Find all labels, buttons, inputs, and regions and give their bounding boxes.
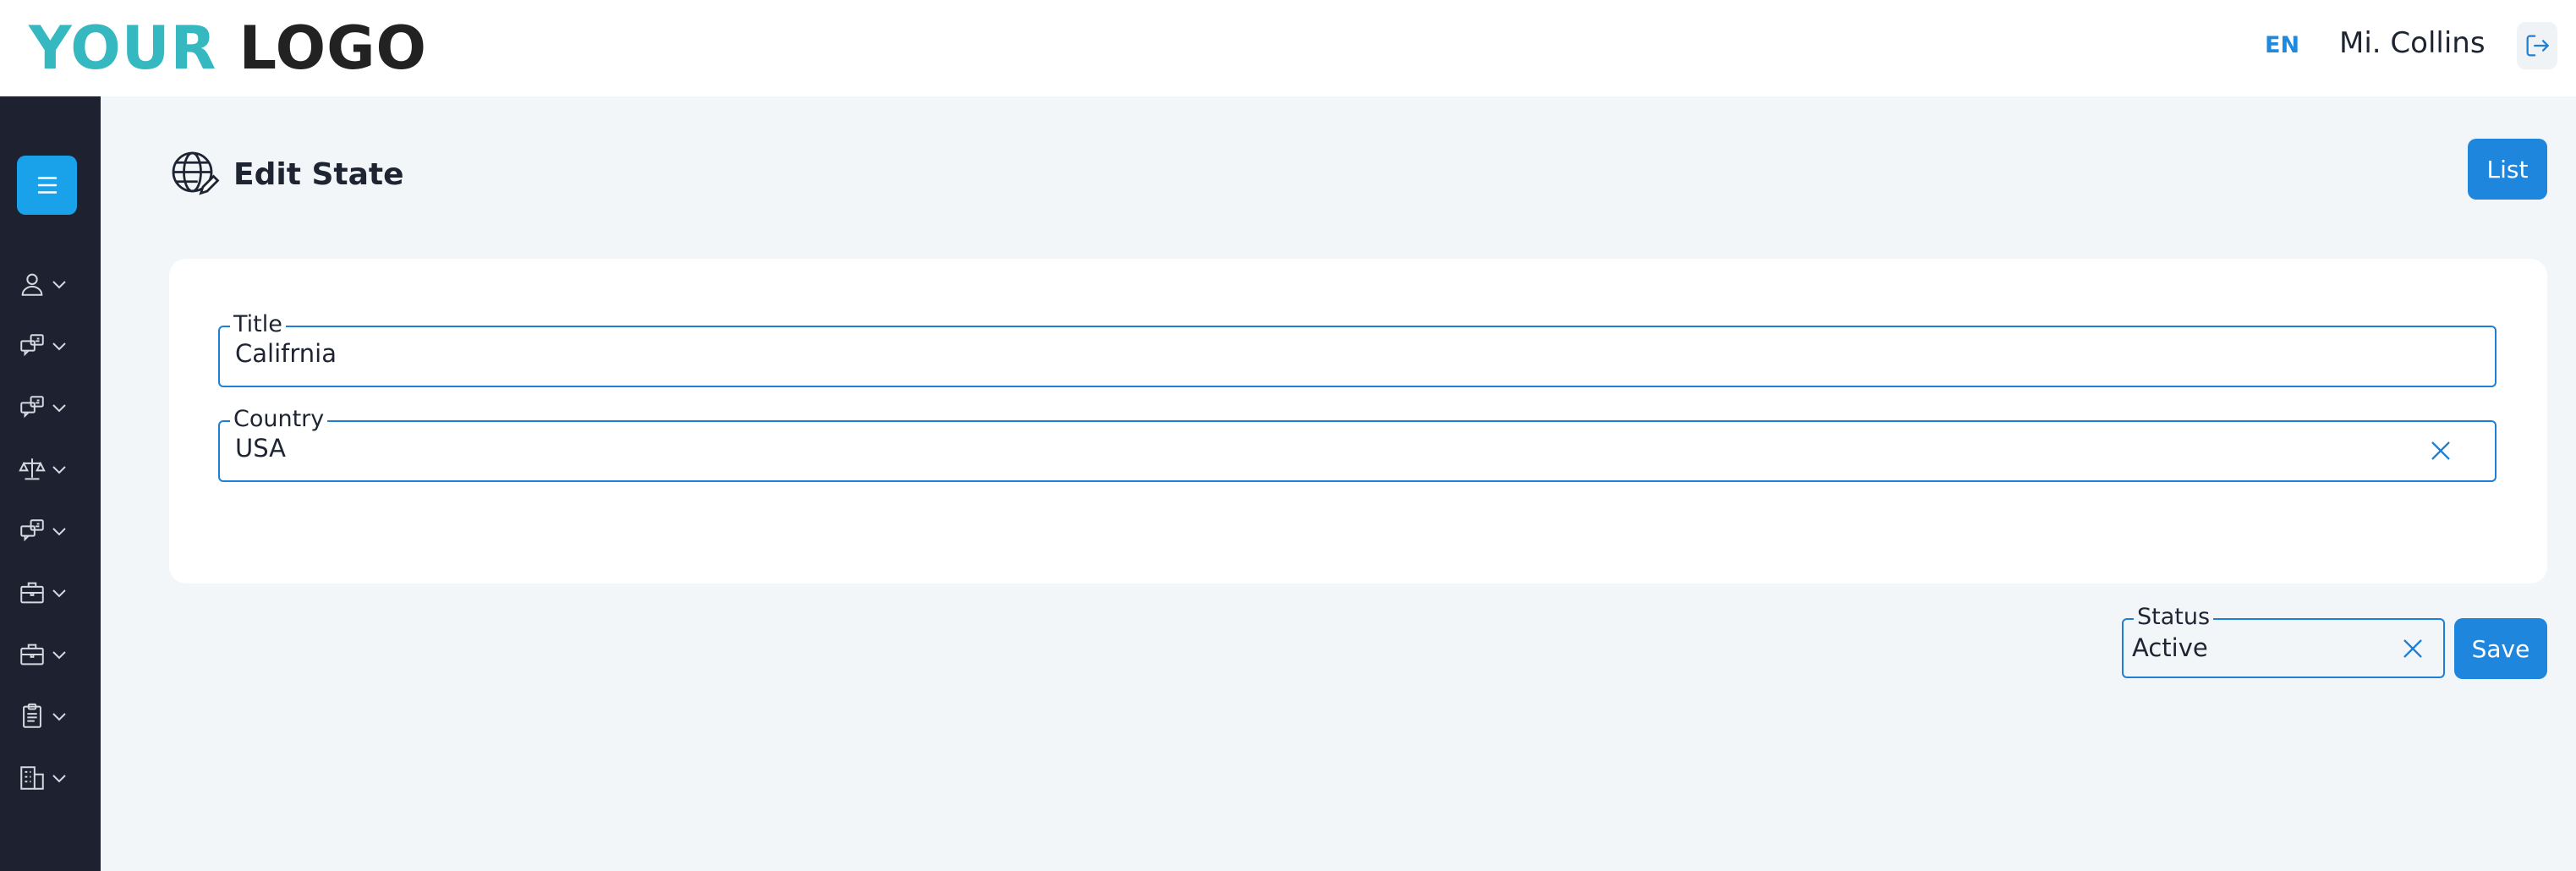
sidebar-item-users[interactable] bbox=[17, 266, 73, 303]
top-header: YOUR LOGO EN Mi. Collins bbox=[0, 0, 2576, 96]
logout-icon bbox=[2526, 35, 2549, 57]
status-clear-button[interactable] bbox=[2396, 632, 2430, 666]
menu-toggle-button[interactable] bbox=[17, 156, 77, 215]
title-field[interactable]: Title Califrnia bbox=[218, 312, 2497, 387]
country-field-value[interactable]: USA bbox=[235, 434, 286, 463]
briefcase-icon bbox=[17, 639, 47, 670]
chat-icon bbox=[17, 392, 47, 423]
clipboard-icon bbox=[17, 701, 47, 731]
close-icon bbox=[2431, 441, 2450, 460]
page-title: Edit State bbox=[233, 156, 404, 192]
chevron-down-icon bbox=[49, 584, 69, 601]
sidebar-item-clipboard[interactable] bbox=[17, 698, 73, 735]
briefcase-icon bbox=[17, 578, 47, 608]
sidebar-item-building[interactable] bbox=[17, 759, 73, 797]
building-icon bbox=[17, 763, 47, 793]
chevron-down-icon bbox=[49, 337, 69, 354]
save-button[interactable]: Save bbox=[2454, 618, 2547, 679]
logo-part-logo: LOGO bbox=[238, 14, 428, 83]
sidebar-item-briefcase-2[interactable] bbox=[17, 636, 73, 673]
chevron-down-icon bbox=[49, 708, 69, 725]
sidebar bbox=[0, 96, 101, 871]
chevron-down-icon bbox=[49, 461, 69, 478]
sidebar-item-chat-3[interactable] bbox=[17, 512, 73, 550]
list-button[interactable]: List bbox=[2468, 139, 2547, 200]
logo-part-your: YOUR bbox=[29, 14, 217, 83]
chevron-down-icon bbox=[49, 770, 69, 786]
scale-icon bbox=[17, 454, 47, 485]
chevron-down-icon bbox=[49, 276, 69, 293]
user-icon bbox=[17, 269, 47, 299]
title-field-label: Title bbox=[230, 312, 286, 337]
country-select[interactable]: Country USA bbox=[218, 407, 2497, 482]
country-clear-button[interactable] bbox=[2424, 434, 2458, 468]
status-field-label: Status bbox=[2134, 605, 2214, 630]
chevron-down-icon bbox=[49, 523, 69, 540]
page-header: Edit State bbox=[169, 147, 404, 201]
form-card: Title Califrnia Country USA bbox=[169, 259, 2547, 583]
logout-button[interactable] bbox=[2517, 22, 2557, 69]
chevron-down-icon bbox=[49, 399, 69, 416]
sidebar-item-chat-2[interactable] bbox=[17, 389, 73, 426]
user-name[interactable]: Mi. Collins bbox=[2339, 26, 2486, 60]
logo: YOUR LOGO bbox=[29, 12, 427, 85]
chat-icon bbox=[17, 331, 47, 361]
sidebar-item-briefcase-1[interactable] bbox=[17, 574, 73, 611]
chevron-down-icon bbox=[49, 646, 69, 663]
status-field-value[interactable]: Active bbox=[2132, 633, 2208, 662]
chat-icon bbox=[17, 516, 47, 546]
language-selector[interactable]: EN bbox=[2265, 32, 2299, 58]
hamburger-icon bbox=[37, 177, 57, 194]
status-select[interactable]: Status Active bbox=[2122, 605, 2445, 678]
country-field-label: Country bbox=[230, 407, 328, 432]
title-field-value[interactable]: Califrnia bbox=[235, 339, 337, 368]
sidebar-item-chat-1[interactable] bbox=[17, 327, 73, 364]
close-icon bbox=[2403, 639, 2422, 658]
globe-edit-icon bbox=[172, 151, 220, 195]
sidebar-item-scale[interactable] bbox=[17, 451, 73, 488]
